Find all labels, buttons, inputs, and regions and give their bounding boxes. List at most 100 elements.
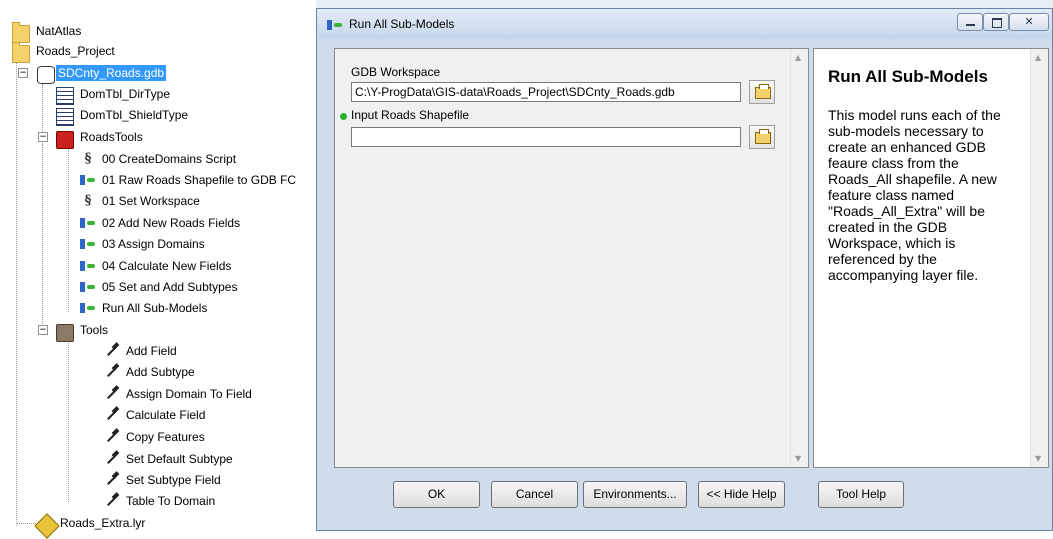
maximize-button[interactable] <box>983 13 1009 31</box>
tree-item-assign-domains[interactable]: 03 Assign Domains <box>80 234 207 254</box>
hide-help-button[interactable]: << Hide Help <box>698 481 785 508</box>
scroll-down-icon[interactable]: ▼ <box>1035 454 1041 463</box>
hammer-icon <box>104 343 120 359</box>
model-icon <box>80 172 96 188</box>
hammer-icon <box>104 407 120 423</box>
collapse-toggle-roadstools[interactable]: − <box>38 132 48 142</box>
close-button[interactable] <box>1009 13 1049 31</box>
tree-item-table-to-domain[interactable]: Table To Domain <box>104 491 217 511</box>
collapse-toggle-gdb[interactable]: − <box>18 68 28 78</box>
hammer-icon <box>104 472 120 488</box>
tree-item-roads-project[interactable]: Roads_Project <box>12 41 117 63</box>
tree-item-label: 00 CreateDomains Script <box>102 152 237 166</box>
background-window-edge <box>316 0 1053 8</box>
tree-item-label: Add Subtype <box>126 365 195 379</box>
tree-item-label: NatAtlas <box>36 24 82 38</box>
script-icon: § <box>84 151 92 166</box>
tree-item-label: 05 Set and Add Subtypes <box>102 280 238 294</box>
scroll-up-icon[interactable]: ▲ <box>795 53 801 62</box>
tree-item-label: DomTbl_DirType <box>80 87 171 101</box>
parameters-scrollbar[interactable]: ▲ ▼ <box>790 49 808 467</box>
model-icon <box>80 236 96 252</box>
parameters-pane: GDB Workspace C:\Y-ProgData\GIS-data\Roa… <box>334 48 809 468</box>
hammer-icon <box>104 429 120 445</box>
model-icon <box>80 300 96 316</box>
dialog-titlebar[interactable]: Run All Sub-Models <box>317 9 1052 39</box>
tree-item-label: Set Subtype Field <box>126 473 221 487</box>
model-icon <box>80 258 96 274</box>
script-icon: § <box>84 193 92 208</box>
tree-item-set-workspace[interactable]: § 01 Set Workspace <box>80 191 202 211</box>
model-icon <box>80 279 96 295</box>
tree-item-set-subtype-field[interactable]: Set Subtype Field <box>104 470 223 490</box>
hammer-icon <box>104 451 120 467</box>
scroll-down-icon[interactable]: ▼ <box>795 454 801 463</box>
environments-button[interactable]: Environments... <box>583 481 687 508</box>
tree-item-label: Add Field <box>126 344 177 358</box>
tree-item-label: Calculate Field <box>126 408 206 422</box>
tree-item-run-all-sub-models[interactable]: Run All Sub-Models <box>80 298 209 318</box>
tree-item-label: Run All Sub-Models <box>102 301 208 315</box>
table-icon <box>56 87 74 105</box>
tree-item-label: 03 Assign Domains <box>102 237 205 251</box>
tree-item-copy-features[interactable]: Copy Features <box>104 427 207 447</box>
open-folder-icon <box>755 129 771 144</box>
tree-item-roads-extra-lyr[interactable]: Roads_Extra.lyr <box>34 513 147 539</box>
collapse-toggle-tools[interactable]: − <box>38 325 48 335</box>
input-roads-shapefile-field[interactable] <box>351 127 741 147</box>
layer-file-icon <box>34 513 60 539</box>
cancel-button[interactable]: Cancel <box>491 481 578 508</box>
open-folder-icon <box>755 84 771 99</box>
tree-item-add-new-roads-fields[interactable]: 02 Add New Roads Fields <box>80 213 242 233</box>
folder-icon <box>12 42 30 63</box>
hammer-icon <box>104 386 120 402</box>
tree-item-label: 02 Add New Roads Fields <box>102 216 241 230</box>
tree-item-set-add-subtypes[interactable]: 05 Set and Add Subtypes <box>80 277 239 297</box>
tree-item-calculate-field[interactable]: Calculate Field <box>104 405 207 425</box>
help-scrollbar[interactable]: ▲ ▼ <box>1030 49 1048 467</box>
browse-gdb-workspace-button[interactable] <box>749 80 775 104</box>
help-title: Run All Sub-Models <box>828 67 988 86</box>
help-text: This model runs each of the sub-models n… <box>828 107 1001 283</box>
hammer-icon <box>104 493 120 509</box>
tree-item-createdomains-script[interactable]: § 00 CreateDomains Script <box>80 149 238 169</box>
gdb-workspace-field[interactable]: C:\Y-ProgData\GIS-data\Roads_Project\SDC… <box>351 82 741 102</box>
tree-item-label: Tools <box>80 323 109 337</box>
tree-item-label: Roads_Extra.lyr <box>60 516 146 530</box>
required-indicator-icon <box>340 113 347 120</box>
table-icon <box>56 108 74 126</box>
tree-item-label: Set Default Subtype <box>126 452 233 466</box>
tree-item-label: DomTbl_ShieldType <box>80 108 189 122</box>
tree-item-roadstools[interactable]: RoadsTools <box>56 127 145 149</box>
tree-item-label: RoadsTools <box>80 130 143 144</box>
tree-item-add-subtype[interactable]: Add Subtype <box>104 362 197 382</box>
browse-input-shapefile-button[interactable] <box>749 125 775 149</box>
tree-item-add-field[interactable]: Add Field <box>104 341 179 361</box>
geodatabase-icon <box>37 66 55 84</box>
help-pane: Run All Sub-Models This model runs each … <box>813 48 1049 468</box>
tree-item-label: 04 Calculate New Fields <box>102 259 232 273</box>
tree-item-calculate-new-fields[interactable]: 04 Calculate New Fields <box>80 256 233 276</box>
input-roads-shapefile-label: Input Roads Shapefile <box>351 108 470 122</box>
scroll-up-icon[interactable]: ▲ <box>1035 53 1041 62</box>
dialog-title: Run All Sub-Models <box>349 17 455 31</box>
tree-item-domtbl-shieldtype[interactable]: DomTbl_ShieldType <box>56 105 190 126</box>
model-icon <box>80 215 96 231</box>
ok-button[interactable]: OK <box>393 481 480 508</box>
tree-item-raw-roads-shapefile[interactable]: 01 Raw Roads Shapefile to GDB FC <box>80 170 298 190</box>
catalog-tree[interactable]: NatAtlas Roads_Project − SDCnty_Roads.gd… <box>0 0 320 539</box>
tree-item-set-default-subtype[interactable]: Set Default Subtype <box>104 449 235 469</box>
gdb-workspace-label: GDB Workspace <box>351 65 441 79</box>
tree-item-label: Copy Features <box>126 430 205 444</box>
tree-item-label: Roads_Project <box>36 44 115 58</box>
tree-item-sdcnty-roads-gdb[interactable]: SDCnty_Roads.gdb <box>34 63 167 84</box>
tool-help-button[interactable]: Tool Help <box>818 481 904 508</box>
tree-item-assign-domain-to-field[interactable]: Assign Domain To Field <box>104 384 254 404</box>
tree-item-natatlas[interactable]: NatAtlas <box>12 21 83 43</box>
tree-item-domtbl-dirtype[interactable]: DomTbl_DirType <box>56 84 172 105</box>
minimize-button[interactable] <box>957 13 983 31</box>
tree-item-label: Table To Domain <box>126 494 216 508</box>
tree-item-label: SDCnty_Roads.gdb <box>56 65 167 81</box>
tree-item-label: 01 Set Workspace <box>102 194 200 208</box>
tree-item-tools[interactable]: Tools <box>56 320 110 342</box>
